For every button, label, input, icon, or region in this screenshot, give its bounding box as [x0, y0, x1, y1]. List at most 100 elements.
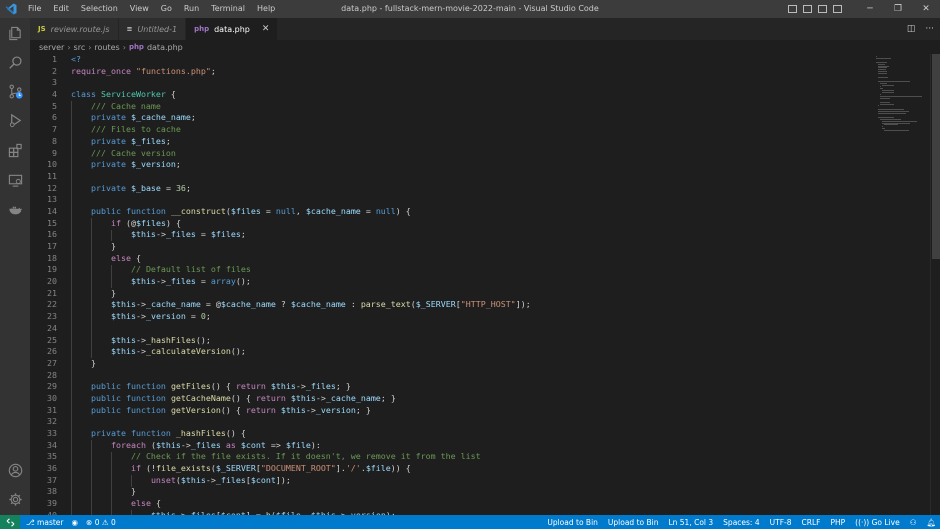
line-number: 6 [52, 112, 57, 123]
split-editor-icon[interactable]: ◫ [907, 24, 916, 34]
code-line[interactable]: 39 else { [30, 498, 872, 510]
menu-selection[interactable]: Selection [75, 0, 124, 18]
toggle-panel-icon[interactable] [803, 5, 812, 13]
run-debug-icon[interactable] [0, 107, 30, 133]
encoding[interactable]: UTF-8 [770, 518, 792, 527]
minimap-line [880, 94, 881, 95]
accounts-icon[interactable]: ⚇ [910, 518, 917, 527]
menu-file[interactable]: File [22, 0, 47, 18]
code-line[interactable]: 36 if (!file_exists($_SERVER["DOCUMENT_R… [30, 463, 872, 475]
indentation[interactable]: Spaces: 4 [723, 518, 759, 527]
settings-gear-icon[interactable] [0, 486, 30, 512]
menu-terminal[interactable]: Terminal [205, 0, 251, 18]
code-line[interactable]: 13 [30, 194, 872, 206]
code-line[interactable]: 37 unset($this->_files[$cont]); [30, 475, 872, 487]
minimap-line [884, 130, 909, 132]
minimap-line [878, 73, 887, 75]
vertical-scrollbar[interactable] [930, 54, 940, 515]
menu-view[interactable]: View [124, 0, 155, 18]
code-line[interactable]: 35 // Check if the file exists. If it do… [30, 451, 872, 463]
code-line[interactable]: 3 [30, 77, 872, 89]
code-line[interactable]: 15 if (@$files) { [30, 218, 872, 230]
code-line[interactable]: 38 } [30, 486, 872, 498]
minimap[interactable] [872, 54, 930, 515]
account-icon[interactable] [0, 457, 30, 483]
menu-run[interactable]: Run [178, 0, 205, 18]
code-line[interactable]: 7 /// Files to cache [30, 124, 872, 136]
code-line[interactable]: 32 [30, 416, 872, 428]
code-line[interactable]: 5 /// Cache name [30, 101, 872, 113]
code-line[interactable]: 19 // Default list of files [30, 264, 872, 276]
toggle-secondary-sidebar-icon[interactable] [818, 5, 827, 13]
tab-review-route-js[interactable]: JS review.route.js [30, 18, 119, 40]
toggle-primary-sidebar-icon[interactable] [788, 5, 797, 13]
code-line[interactable]: 12 private $_base = 36; [30, 183, 872, 195]
menu-help[interactable]: Help [251, 0, 281, 18]
language-mode[interactable]: PHP [830, 518, 845, 527]
code-line[interactable]: 29 public function getFiles() { return $… [30, 381, 872, 393]
source-control-icon[interactable] [0, 78, 30, 104]
code-line[interactable]: 10 private $_version; [30, 159, 872, 171]
code-text: /// Cache name [90, 100, 161, 111]
code-editor[interactable]: 1 <? 2 require_once "functions.php"; 3 4 class… [30, 54, 872, 515]
code-line[interactable]: 27 } [30, 358, 872, 370]
extensions-icon[interactable] [0, 137, 30, 163]
maximize-button[interactable]: ❐ [884, 0, 912, 18]
code-line[interactable]: 1 <? [30, 54, 872, 66]
problems-indicator[interactable]: ⊗ 0 ⚠ 0 [86, 518, 116, 527]
code-line[interactable]: 9 /// Cache version [30, 148, 872, 160]
tab-untitled-1[interactable]: ≡ Untitled-1 [118, 18, 187, 40]
breadcrumb-routes[interactable]: routes [94, 43, 119, 52]
explorer-icon[interactable] [0, 20, 30, 46]
go-live-button[interactable]: ((·)) Go Live [855, 518, 900, 527]
breadcrumb-src[interactable]: src [74, 43, 86, 52]
code-line[interactable]: 23 $this->_version = 0; [30, 311, 872, 323]
code-line[interactable]: 21 } [30, 288, 872, 300]
menu-edit[interactable]: Edit [47, 0, 75, 18]
code-line[interactable]: 31 public function getVersion() { return… [30, 405, 872, 417]
code-line[interactable]: 25 $this->_hashFiles(); [30, 335, 872, 347]
code-line[interactable]: 4 class ServiceWorker { [30, 89, 872, 101]
line-ending[interactable]: CRLF [802, 518, 821, 527]
code-line[interactable]: 6 private $_cache_name; [30, 112, 872, 124]
live-share-icon[interactable]: ◉ [72, 518, 79, 527]
code-line[interactable]: 34 foreach ($this->_files as $cont => $f… [30, 440, 872, 452]
code-line[interactable]: 33 private function _hashFiles() { [30, 428, 872, 440]
customize-layout-icon[interactable] [833, 5, 842, 13]
code-line[interactable]: 28 [30, 370, 872, 382]
upload-to-bin-button[interactable]: Upload to Bin [547, 518, 598, 527]
code-line[interactable]: 16 $this->_files = $files; [30, 229, 872, 241]
code-line[interactable]: 26 $this->_calculateVersion(); [30, 346, 872, 358]
breadcrumb-server[interactable]: server [39, 43, 64, 52]
close-window-button[interactable]: ✕ [912, 0, 940, 18]
menu-go[interactable]: Go [155, 0, 178, 18]
tab-data-php[interactable]: php data.php ✕ [186, 18, 279, 40]
code-line[interactable]: 18 else { [30, 253, 872, 265]
upload-to-bin-button-2[interactable]: Upload to Bin [608, 518, 659, 527]
search-icon[interactable] [0, 49, 30, 75]
remote-explorer-icon[interactable] [0, 167, 30, 193]
close-tab-icon[interactable]: ✕ [262, 24, 270, 34]
code-line[interactable]: 22 $this->_cache_name = @$cache_name ? $… [30, 299, 872, 311]
notifications-bell-icon[interactable]: 🔔︎ [926, 518, 936, 527]
code-line[interactable]: 8 private $_files; [30, 136, 872, 148]
code-line[interactable]: 11 [30, 171, 872, 183]
code-line[interactable]: 2 require_once "functions.php"; [30, 66, 872, 78]
cursor-position[interactable]: Ln 51, Col 3 [668, 518, 713, 527]
code-line[interactable]: 20 $this->_files = array(); [30, 276, 872, 288]
code-line[interactable]: 24 [30, 323, 872, 335]
scrollbar-thumb[interactable] [932, 54, 940, 259]
code-text: private $_files; [90, 135, 171, 146]
code-line[interactable]: 14 public function __construct($files = … [30, 206, 872, 218]
code-line[interactable]: 30 public function getCacheName() { retu… [30, 393, 872, 405]
minimize-button[interactable]: ─ [856, 0, 884, 18]
remote-indicator-icon[interactable] [0, 515, 20, 529]
more-actions-icon[interactable]: ··· [925, 24, 934, 34]
line-number: 11 [47, 170, 57, 181]
code-text: public function getVersion() { return $t… [90, 404, 371, 415]
code-line[interactable]: 17 } [30, 241, 872, 253]
docker-icon[interactable] [0, 197, 30, 223]
branch-indicator[interactable]: ⎇ master [26, 518, 64, 527]
breadcrumb-file[interactable]: data.php [147, 43, 183, 52]
code-text: $this->_files = $files; [130, 229, 246, 240]
